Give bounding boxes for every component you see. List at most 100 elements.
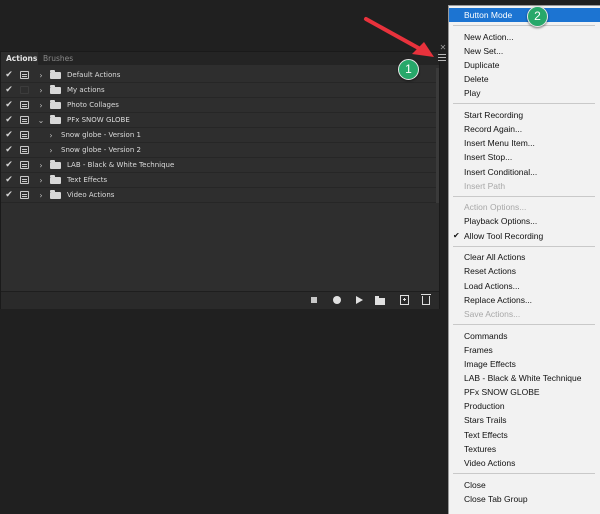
menu-item-label: Reset Actions: [464, 266, 516, 277]
action-row[interactable]: ✔ › Snow globe - Version 2: [1, 143, 439, 158]
toggle-check-icon[interactable]: ✔: [4, 98, 14, 113]
toggle-check-icon[interactable]: ✔: [4, 113, 14, 128]
action-row[interactable]: ✔ › Video Actions: [1, 188, 439, 203]
dialog-toggle-icon[interactable]: [20, 116, 29, 124]
menu-item-pfx-snow-globe[interactable]: PFx SNOW GLOBE: [449, 385, 600, 399]
record-icon[interactable]: [330, 292, 344, 309]
menu-item-label: Textures: [464, 443, 497, 454]
toggle-check-icon[interactable]: ✔: [4, 188, 14, 203]
action-row[interactable]: ✔ › Snow globe - Version 1: [1, 128, 439, 143]
chevron-right-icon[interactable]: ›: [37, 83, 45, 98]
dialog-toggle-icon[interactable]: [20, 86, 29, 94]
actions-list: ✔ › Default Actions ✔ › My actions ✔ › Photo Col…: [1, 68, 439, 203]
menu-item-label: Insert Stop...: [464, 152, 513, 163]
dialog-toggle-icon[interactable]: [20, 71, 29, 79]
menu-item-label: Insert Conditional...: [464, 166, 538, 177]
action-row-label: Photo Collages: [67, 101, 119, 109]
chevron-right-icon[interactable]: ›: [37, 188, 45, 203]
checkmark-icon: ✔: [453, 230, 460, 240]
menu-item-label: Stars Trails: [464, 415, 507, 426]
menu-item-label: Insert Menu Item...: [464, 138, 535, 149]
stop-icon[interactable]: [307, 292, 321, 309]
menu-item-insert-stop[interactable]: Insert Stop...: [449, 150, 600, 164]
action-row-label: Video Actions: [67, 191, 115, 199]
menu-item-clear-all-actions[interactable]: Clear All Actions: [449, 250, 600, 264]
menu-item-allow-tool-recording[interactable]: ✔ Allow Tool Recording: [449, 229, 600, 243]
dialog-toggle-icon[interactable]: [20, 191, 29, 199]
menu-item-commands[interactable]: Commands: [449, 329, 600, 343]
menu-item-textures[interactable]: Textures: [449, 442, 600, 456]
menu-item-duplicate[interactable]: Duplicate: [449, 58, 600, 72]
menu-item-button-mode[interactable]: Button Mode: [449, 8, 600, 22]
panel-flyout-menu: Button Mode New Action... New Set... Duplic…: [448, 5, 600, 514]
action-row[interactable]: ✔ › LAB - Black & White Technique: [1, 158, 439, 173]
chevron-right-icon[interactable]: ›: [47, 128, 55, 143]
menu-item-stars-trails[interactable]: Stars Trails: [449, 413, 600, 427]
row-edge: [436, 188, 439, 203]
menu-item-replace-actions[interactable]: Replace Actions...: [449, 293, 600, 307]
dialog-toggle-icon[interactable]: [20, 176, 29, 184]
action-row[interactable]: ✔ › My actions: [1, 83, 439, 98]
menu-item-image-effects[interactable]: Image Effects: [449, 357, 600, 371]
menu-separator: [453, 245, 595, 247]
annotation-arrow: [364, 17, 434, 57]
toggle-check-icon[interactable]: ✔: [4, 173, 14, 188]
tab-brushes[interactable]: Brushes: [38, 52, 74, 65]
action-row[interactable]: ✔ › Default Actions: [1, 68, 439, 83]
menu-item-action-options: Action Options...: [449, 200, 600, 214]
menu-item-play[interactable]: Play: [449, 86, 600, 100]
menu-item-frames[interactable]: Frames: [449, 343, 600, 357]
menu-item-close[interactable]: Close: [449, 478, 600, 492]
action-row-label: Snow globe - Version 2: [61, 146, 141, 154]
toggle-check-icon[interactable]: ✔: [4, 68, 14, 83]
chevron-right-icon[interactable]: ›: [37, 173, 45, 188]
menu-item-load-actions[interactable]: Load Actions...: [449, 279, 600, 293]
menu-item-text-effects[interactable]: Text Effects: [449, 428, 600, 442]
panel-footer: [1, 291, 439, 309]
toggle-check-icon[interactable]: ✔: [4, 158, 14, 173]
menu-item-playback-options[interactable]: Playback Options...: [449, 214, 600, 228]
menu-item-start-recording[interactable]: Start Recording: [449, 108, 600, 122]
new-action-icon[interactable]: [398, 292, 412, 309]
menu-item-insert-path: Insert Path: [449, 179, 600, 193]
action-row[interactable]: ✔ › Text Effects: [1, 173, 439, 188]
menu-item-record-again[interactable]: Record Again...: [449, 122, 600, 136]
menu-item-new-action[interactable]: New Action...: [449, 30, 600, 44]
chevron-down-icon[interactable]: ⌄: [37, 113, 45, 128]
chevron-right-icon[interactable]: ›: [47, 143, 55, 158]
toggle-check-icon[interactable]: ✔: [4, 128, 14, 143]
menu-item-close-tab-group[interactable]: Close Tab Group: [449, 492, 600, 506]
tab-actions[interactable]: Actions: [1, 52, 38, 65]
menu-item-label: Delete: [464, 74, 489, 85]
folder-icon: [50, 190, 61, 199]
dialog-toggle-icon[interactable]: [20, 161, 29, 169]
menu-item-new-set[interactable]: New Set...: [449, 44, 600, 58]
row-edge: [436, 143, 439, 158]
dialog-toggle-icon[interactable]: [20, 146, 29, 154]
new-set-folder-icon[interactable]: [373, 292, 387, 309]
menu-item-label: Insert Path: [464, 180, 506, 191]
row-edge: [436, 158, 439, 173]
action-row-label: Snow globe - Version 1: [61, 131, 141, 139]
menu-item-lab-black-white-technique[interactable]: LAB - Black & White Technique: [449, 371, 600, 385]
folder-icon: [50, 70, 61, 79]
delete-icon[interactable]: [419, 292, 433, 309]
menu-item-label: Record Again...: [464, 124, 523, 135]
menu-item-production[interactable]: Production: [449, 399, 600, 413]
chevron-right-icon[interactable]: ›: [37, 98, 45, 113]
dialog-toggle-icon[interactable]: [20, 101, 29, 109]
menu-item-delete[interactable]: Delete: [449, 72, 600, 86]
menu-item-insert-conditional[interactable]: Insert Conditional...: [449, 165, 600, 179]
chevron-right-icon[interactable]: ›: [37, 68, 45, 83]
toggle-check-icon[interactable]: ✔: [4, 83, 14, 98]
menu-item-label: Load Actions...: [464, 280, 520, 291]
chevron-right-icon[interactable]: ›: [37, 158, 45, 173]
dialog-toggle-icon[interactable]: [20, 131, 29, 139]
menu-item-reset-actions[interactable]: Reset Actions: [449, 264, 600, 278]
menu-item-video-actions[interactable]: Video Actions: [449, 456, 600, 470]
menu-item-insert-menu-item[interactable]: Insert Menu Item...: [449, 136, 600, 150]
action-row[interactable]: ✔ › Photo Collages: [1, 98, 439, 113]
play-icon[interactable]: [352, 292, 366, 309]
toggle-check-icon[interactable]: ✔: [4, 143, 14, 158]
action-row[interactable]: ✔ ⌄ PFx SNOW GLOBE: [1, 113, 439, 128]
